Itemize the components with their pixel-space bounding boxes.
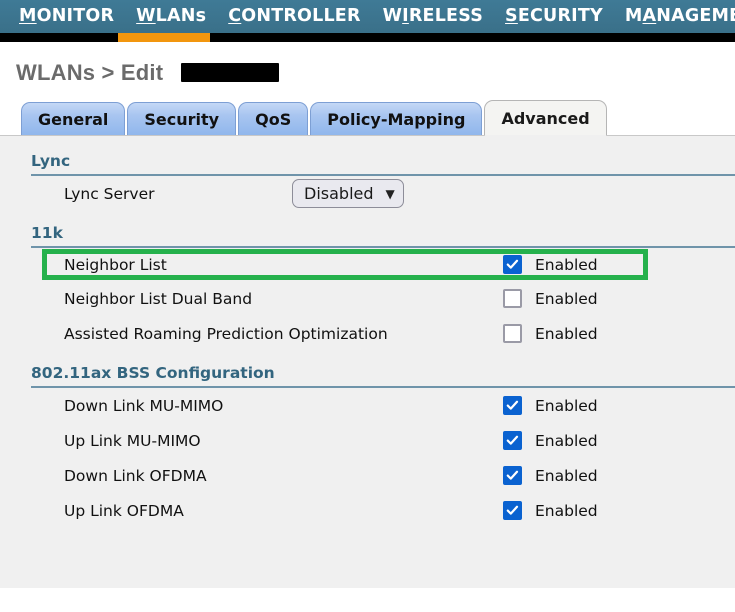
row-value-neighbor-list: Enabled xyxy=(503,255,598,274)
tab-general-label: General xyxy=(38,110,109,129)
tab-advanced-label: Advanced xyxy=(501,109,590,128)
row-value-down-link-ofdma: Enabled xyxy=(503,466,598,485)
nav-item-wireless[interactable]: WIRELESS xyxy=(372,0,494,33)
row-value-up-link-mu-mimo: Enabled xyxy=(503,431,598,450)
down-link-ofdma-checkbox-label: Enabled xyxy=(535,466,598,485)
row-up-link-mu-mimo: Up Link MU-MIMO Enabled xyxy=(0,423,735,458)
up-link-mu-mimo-checkbox-label: Enabled xyxy=(535,431,598,450)
tab-general[interactable]: General xyxy=(21,102,126,136)
row-label-neighbor-list: Neighbor List xyxy=(64,255,167,274)
row-neighbor-list-dual-band: Neighbor List Dual Band Enabled xyxy=(0,281,735,316)
nav-underbar xyxy=(0,33,735,42)
chevron-down-icon: ▼ xyxy=(385,186,395,201)
lync-server-select-value: Disabled xyxy=(304,184,374,203)
advanced-settings-panel: Lync Lync Server Disabled ▼ 11k Neighbor… xyxy=(0,135,735,588)
row-label-lync-server: Lync Server xyxy=(64,184,155,203)
row-lync-server: Lync Server Disabled ▼ xyxy=(0,176,735,211)
tab-qos[interactable]: QoS xyxy=(238,102,309,136)
row-value-up-link-ofdma: Enabled xyxy=(503,501,598,520)
row-label-up-link-ofdma: Up Link OFDMA xyxy=(64,501,184,520)
nav-item-wlans[interactable]: WLANs xyxy=(125,0,217,33)
page-header: WLANs > Edit xyxy=(0,42,735,85)
row-label-up-link-mu-mimo: Up Link MU-MIMO xyxy=(64,431,201,450)
up-link-mu-mimo-checkbox[interactable] xyxy=(503,431,522,450)
row-value-lync-server: Disabled ▼ xyxy=(292,179,404,208)
row-value-neighbor-list-dual-band: Enabled xyxy=(503,289,598,308)
tab-strip: General Security QoS Policy-Mapping Adva… xyxy=(0,100,735,136)
neighbor-list-checkbox[interactable] xyxy=(503,255,522,274)
row-down-link-ofdma: Down Link OFDMA Enabled xyxy=(0,458,735,493)
section-heading-802-11ax-bss-configuration: 802.11ax BSS Configuration xyxy=(31,364,275,382)
row-assisted-roaming-prediction-optimization: Assisted Roaming Prediction Optimization… xyxy=(0,316,735,351)
down-link-mu-mimo-checkbox-label: Enabled xyxy=(535,396,598,415)
section-heading-11k: 11k xyxy=(31,224,63,242)
row-up-link-ofdma: Up Link OFDMA Enabled xyxy=(0,493,735,528)
tab-advanced[interactable]: Advanced xyxy=(484,100,607,136)
tab-security-label: Security xyxy=(144,110,220,129)
tab-security[interactable]: Security xyxy=(127,102,237,136)
redacted-wlan-name xyxy=(181,63,280,82)
row-label-neighbor-list-dual-band: Neighbor List Dual Band xyxy=(64,289,253,308)
nav-active-indicator xyxy=(118,33,210,42)
section-heading-lync: Lync xyxy=(31,152,71,170)
tab-policy-mapping[interactable]: Policy-Mapping xyxy=(310,102,483,136)
nav-item-controller[interactable]: CONTROLLER xyxy=(217,0,371,33)
row-label-down-link-ofdma: Down Link OFDMA xyxy=(64,466,207,485)
up-link-ofdma-checkbox[interactable] xyxy=(503,501,522,520)
row-value-assisted-roaming-prediction-optimization: Enabled xyxy=(503,324,598,343)
page-title: WLANs > Edit xyxy=(16,59,164,85)
row-value-down-link-mu-mimo: Enabled xyxy=(503,396,598,415)
tab-qos-label: QoS xyxy=(255,110,292,129)
row-down-link-mu-mimo: Down Link MU-MIMO Enabled xyxy=(0,388,735,423)
nav-item-monitor[interactable]: MONITOR xyxy=(8,0,125,33)
main-navigation-bar: MONITOR WLANs CONTROLLER WIRELESS SECURI… xyxy=(0,0,735,33)
down-link-ofdma-checkbox[interactable] xyxy=(503,466,522,485)
row-label-assisted-roaming-prediction-optimization: Assisted Roaming Prediction Optimization xyxy=(64,324,388,343)
lync-server-select[interactable]: Disabled ▼ xyxy=(292,179,404,208)
row-label-down-link-mu-mimo: Down Link MU-MIMO xyxy=(64,396,224,415)
up-link-ofdma-checkbox-label: Enabled xyxy=(535,501,598,520)
neighbor-list-dual-band-checkbox-label: Enabled xyxy=(535,289,598,308)
down-link-mu-mimo-checkbox[interactable] xyxy=(503,396,522,415)
assisted-roaming-prediction-optimization-checkbox-label: Enabled xyxy=(535,324,598,343)
neighbor-list-checkbox-label: Enabled xyxy=(535,255,598,274)
row-neighbor-list: Neighbor List Enabled xyxy=(0,248,735,281)
tab-policy-mapping-label: Policy-Mapping xyxy=(327,110,466,129)
assisted-roaming-prediction-optimization-checkbox[interactable] xyxy=(503,324,522,343)
nav-item-management[interactable]: MANAGEMENT xyxy=(614,0,735,33)
nav-item-security[interactable]: SECURITY xyxy=(494,0,614,33)
neighbor-list-dual-band-checkbox[interactable] xyxy=(503,289,522,308)
